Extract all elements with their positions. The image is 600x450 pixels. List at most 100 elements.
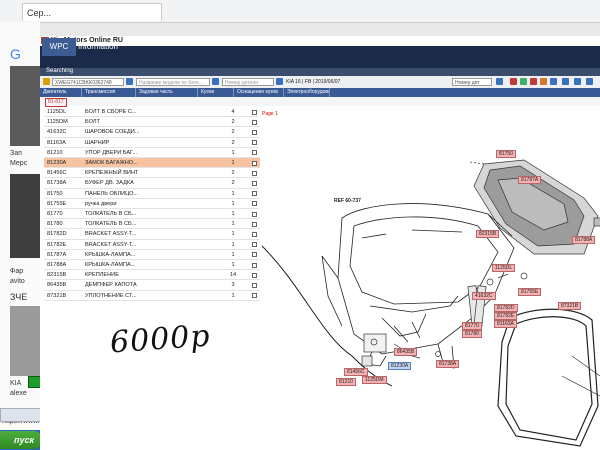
table-row[interactable]: 81782E BRACKET ASSY-T... 1 xyxy=(44,240,260,250)
table-row[interactable]: 81782D BRACKET ASSY-T... 1 xyxy=(44,229,260,240)
toolbar-icon[interactable] xyxy=(520,78,527,85)
number-select[interactable]: Номер дет xyxy=(452,78,492,86)
part-name: BRACKET ASSY-T... xyxy=(85,241,137,248)
part-qty: 1 xyxy=(231,241,235,248)
model-input[interactable]: Название модели по Кате... xyxy=(136,78,210,86)
callout-81782E[interactable]: 81782E xyxy=(494,312,518,320)
part-checkbox[interactable] xyxy=(252,282,257,288)
tailgate-diagram-svg xyxy=(262,159,600,447)
group-tab-body[interactable]: Кузов xyxy=(198,88,234,97)
callout-81230A[interactable]: 81230A xyxy=(388,362,412,370)
part-checkbox[interactable] xyxy=(252,191,257,197)
toolbar-icon[interactable] xyxy=(540,78,547,85)
callout-1125DM[interactable]: 1125DM xyxy=(362,376,387,384)
part-qty: 1 xyxy=(231,190,235,197)
table-row[interactable]: 81456C КРЕПЕЖНЫЙ ВИНТ 2 xyxy=(44,168,260,179)
callout-81738A[interactable]: 81738A xyxy=(436,360,460,368)
part-checkbox[interactable] xyxy=(252,231,257,237)
part-checkbox[interactable] xyxy=(252,252,257,258)
group-tab-rear[interactable]: Задовая часть xyxy=(136,88,198,97)
table-row[interactable]: 81230A ЗАМОК БАГАЖНО... 1 xyxy=(44,158,260,169)
table-row[interactable]: 81738A БУФЕР ДВ. ЗАДКА 2 xyxy=(44,178,260,189)
table-row[interactable]: 86435B ДЕМПФЕР КАПОТА 3 xyxy=(44,280,260,291)
table-row[interactable]: 81787A КРЫШКА-ЛАМПА... 1 xyxy=(44,250,260,260)
table-row[interactable]: 41632C ШАРОВОЕ СОЕДИ... 2 xyxy=(44,127,260,138)
group-tab-body-equipment[interactable]: Оснащение кузов xyxy=(234,88,284,97)
filter-tag[interactable]: 81-817 xyxy=(45,98,67,107)
callout-81210[interactable]: 81210 xyxy=(336,378,356,386)
taskbar-item[interactable] xyxy=(0,408,42,422)
callout-81163A[interactable]: 81163A xyxy=(494,320,517,328)
part-checkbox[interactable] xyxy=(252,160,257,166)
group-tab-electrical[interactable]: Электрооборудован xyxy=(284,88,330,97)
part-checkbox[interactable] xyxy=(252,109,257,115)
table-row[interactable]: 87321B УПЛОТНЕНИЕ СТ... 1 xyxy=(44,291,260,301)
search-icon[interactable] xyxy=(276,78,283,85)
toolbar-icon[interactable] xyxy=(586,78,593,85)
vin-icon[interactable] xyxy=(43,78,50,85)
part-checkbox[interactable] xyxy=(252,211,257,217)
bg-text: Фар xyxy=(10,268,24,275)
part-checkbox[interactable] xyxy=(252,242,257,248)
table-row[interactable]: 81163A ШАРНИР 2 xyxy=(44,138,260,148)
table-row[interactable]: 1125DL БОЛТ В СБОРЕ С... 4 xyxy=(44,107,260,118)
callout-87321B[interactable]: 87321B xyxy=(558,302,582,310)
table-row[interactable]: 81755E ручка двери 1 xyxy=(44,199,260,209)
callout-1125DL[interactable]: 1125DL xyxy=(492,264,516,272)
part-checkbox[interactable] xyxy=(252,180,257,186)
part-checkbox[interactable] xyxy=(252,129,257,135)
group-tab-transmission[interactable]: Трансмиссия xyxy=(82,88,136,97)
callout-81780[interactable]: 81780 xyxy=(462,330,482,338)
model-info: KIA 16 | FB | 2019/06/07 xyxy=(286,79,341,85)
toolbar-icon[interactable] xyxy=(530,78,537,85)
table-row[interactable]: 82315B КРЕПЛЕНИЕ 14 xyxy=(44,270,260,281)
thumbnail-image xyxy=(10,306,40,376)
part-code: 86435B xyxy=(47,282,67,289)
table-row[interactable]: 81210 УПОР ДВЕРИ БАГ... 1 xyxy=(44,148,260,158)
callout-82315B[interactable]: 82315B xyxy=(476,230,500,238)
bg-text: alexe xyxy=(10,390,27,397)
vin-input[interactable]: XWEG741CBKK0362748 xyxy=(52,78,124,86)
toolbar-icon[interactable] xyxy=(510,78,517,85)
tab-wpc[interactable]: WPC xyxy=(42,38,76,56)
tailgate-drawing xyxy=(321,203,515,369)
part-checkbox[interactable] xyxy=(252,221,257,227)
callout-86435B[interactable]: 86435B xyxy=(394,348,418,356)
callout-81782D[interactable]: 81782D xyxy=(494,304,518,312)
table-row[interactable]: 81780 ТОЛКАТЕЛЬ В СБ... 1 xyxy=(44,219,260,230)
part-checkbox[interactable] xyxy=(252,119,257,125)
part-checkbox[interactable] xyxy=(252,201,257,207)
part-checkbox[interactable] xyxy=(252,140,257,146)
tab-information[interactable]: Information xyxy=(76,38,120,56)
callout-41632C[interactable]: 41632C xyxy=(472,292,496,300)
toolbar-icon[interactable] xyxy=(562,78,569,85)
part-name: ДЕМПФЕР КАПОТА xyxy=(85,282,137,289)
callout-81750[interactable]: 81750 xyxy=(496,150,516,158)
part-name: BRACKET ASSY-T... xyxy=(85,231,137,238)
group-tab-engine[interactable]: Двигатель xyxy=(40,88,82,97)
callout-81456C[interactable]: 81456C xyxy=(344,368,368,376)
part-checkbox[interactable] xyxy=(252,262,257,268)
search-icon[interactable] xyxy=(212,78,219,85)
toolbar-icon[interactable] xyxy=(574,78,581,85)
search-icon[interactable] xyxy=(496,78,503,85)
callout-81787A[interactable]: 81787A xyxy=(518,176,542,184)
part-code: 87321B xyxy=(47,292,67,299)
search-icon[interactable] xyxy=(126,78,133,85)
callout-81788A[interactable]: 81788A xyxy=(572,236,596,244)
part-checkbox[interactable] xyxy=(252,170,257,176)
browser-tab[interactable]: Сер... xyxy=(22,3,162,21)
table-row[interactable]: 81788A КРЫШКА-ЛАМПА... 1 xyxy=(44,260,260,271)
table-row[interactable]: 81750 ПАНЕЛЬ ОБЛИЦО... 1 xyxy=(44,189,260,199)
part-number-input[interactable]: Номер детали xyxy=(222,78,274,86)
callout-81755E[interactable]: 81755E xyxy=(518,288,542,296)
part-name: ШАРОВОЕ СОЕДИ... xyxy=(85,129,140,136)
table-row[interactable]: 81770 ТОЛКАТЕЛЬ В СБ... 1 xyxy=(44,209,260,220)
toolbar-icon[interactable] xyxy=(550,78,557,85)
part-checkbox[interactable] xyxy=(252,272,257,278)
start-button[interactable]: пуск xyxy=(0,431,42,449)
part-checkbox[interactable] xyxy=(252,150,257,156)
table-row[interactable]: 1125DM БОЛТ 2 xyxy=(44,117,260,128)
callout-81770[interactable]: 81770 xyxy=(462,322,482,330)
part-checkbox[interactable] xyxy=(252,293,257,299)
